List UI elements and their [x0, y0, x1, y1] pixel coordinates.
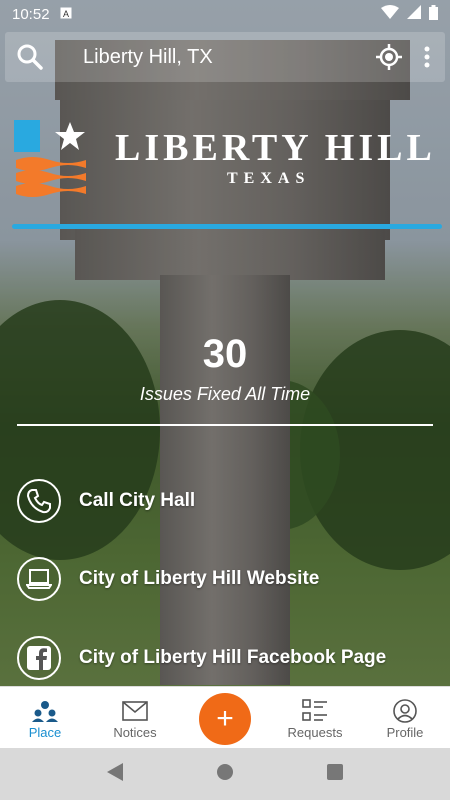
phone-icon: [17, 479, 61, 523]
tab-profile[interactable]: Profile: [360, 687, 450, 749]
flag-star-emblem: [14, 120, 86, 197]
call-city-hall-link[interactable]: Call City Hall: [17, 478, 437, 524]
tab-requests-label: Requests: [287, 724, 343, 740]
tab-place[interactable]: Place: [0, 687, 90, 749]
people-icon: [32, 697, 58, 725]
status-bar: 10:52 A: [0, 0, 450, 28]
profile-icon: [393, 697, 417, 725]
tab-profile-label: Profile: [386, 724, 424, 740]
system-navigation-bar: [0, 748, 450, 800]
my-location-icon[interactable]: [369, 44, 409, 70]
logo-underline: [12, 224, 442, 229]
bottom-navigation: Place Notices + Requests Profile: [0, 686, 450, 748]
city-logo: LIBERTY HILL TEXAS: [12, 118, 442, 238]
location-search-bar[interactable]: Liberty Hill, TX: [5, 32, 445, 82]
tab-place-label: Place: [28, 724, 62, 740]
wifi-icon: [381, 5, 399, 23]
link-label: City of Liberty Hill Website: [79, 568, 320, 589]
signal-icon: [407, 5, 421, 23]
link-label: Call City Hall: [79, 490, 196, 511]
tab-notices[interactable]: Notices: [90, 687, 180, 749]
add-request-button[interactable]: +: [199, 693, 251, 745]
mail-icon: [122, 697, 148, 725]
recents-icon[interactable]: [327, 763, 344, 785]
current-place[interactable]: Liberty Hill, TX: [55, 46, 369, 69]
facebook-icon: [17, 636, 61, 680]
city-website-link[interactable]: City of Liberty Hill Website: [17, 556, 437, 602]
laptop-icon: [17, 557, 61, 601]
city-facebook-link[interactable]: City of Liberty Hill Facebook Page: [17, 635, 437, 681]
back-icon[interactable]: [106, 762, 123, 786]
issues-fixed-label: Issues Fixed All Time: [139, 384, 311, 404]
list-icon: [302, 697, 328, 725]
battery-icon: [429, 4, 438, 24]
logo-subtitle: TEXAS: [227, 170, 311, 187]
home-icon[interactable]: [216, 763, 234, 786]
tab-requests[interactable]: Requests: [270, 687, 360, 749]
issues-fixed-count: 30: [202, 332, 248, 376]
search-icon[interactable]: [5, 44, 55, 70]
status-time: 10:52: [12, 5, 50, 23]
more-options-icon[interactable]: [409, 46, 445, 68]
svg-text:A: A: [63, 9, 69, 19]
logo-wordmark: LIBERTY HILL: [115, 127, 436, 169]
divider: [17, 424, 433, 426]
tab-notices-label: Notices: [113, 724, 157, 740]
notification-icon: A: [60, 6, 72, 23]
link-label: City of Liberty Hill Facebook Page: [79, 647, 387, 668]
